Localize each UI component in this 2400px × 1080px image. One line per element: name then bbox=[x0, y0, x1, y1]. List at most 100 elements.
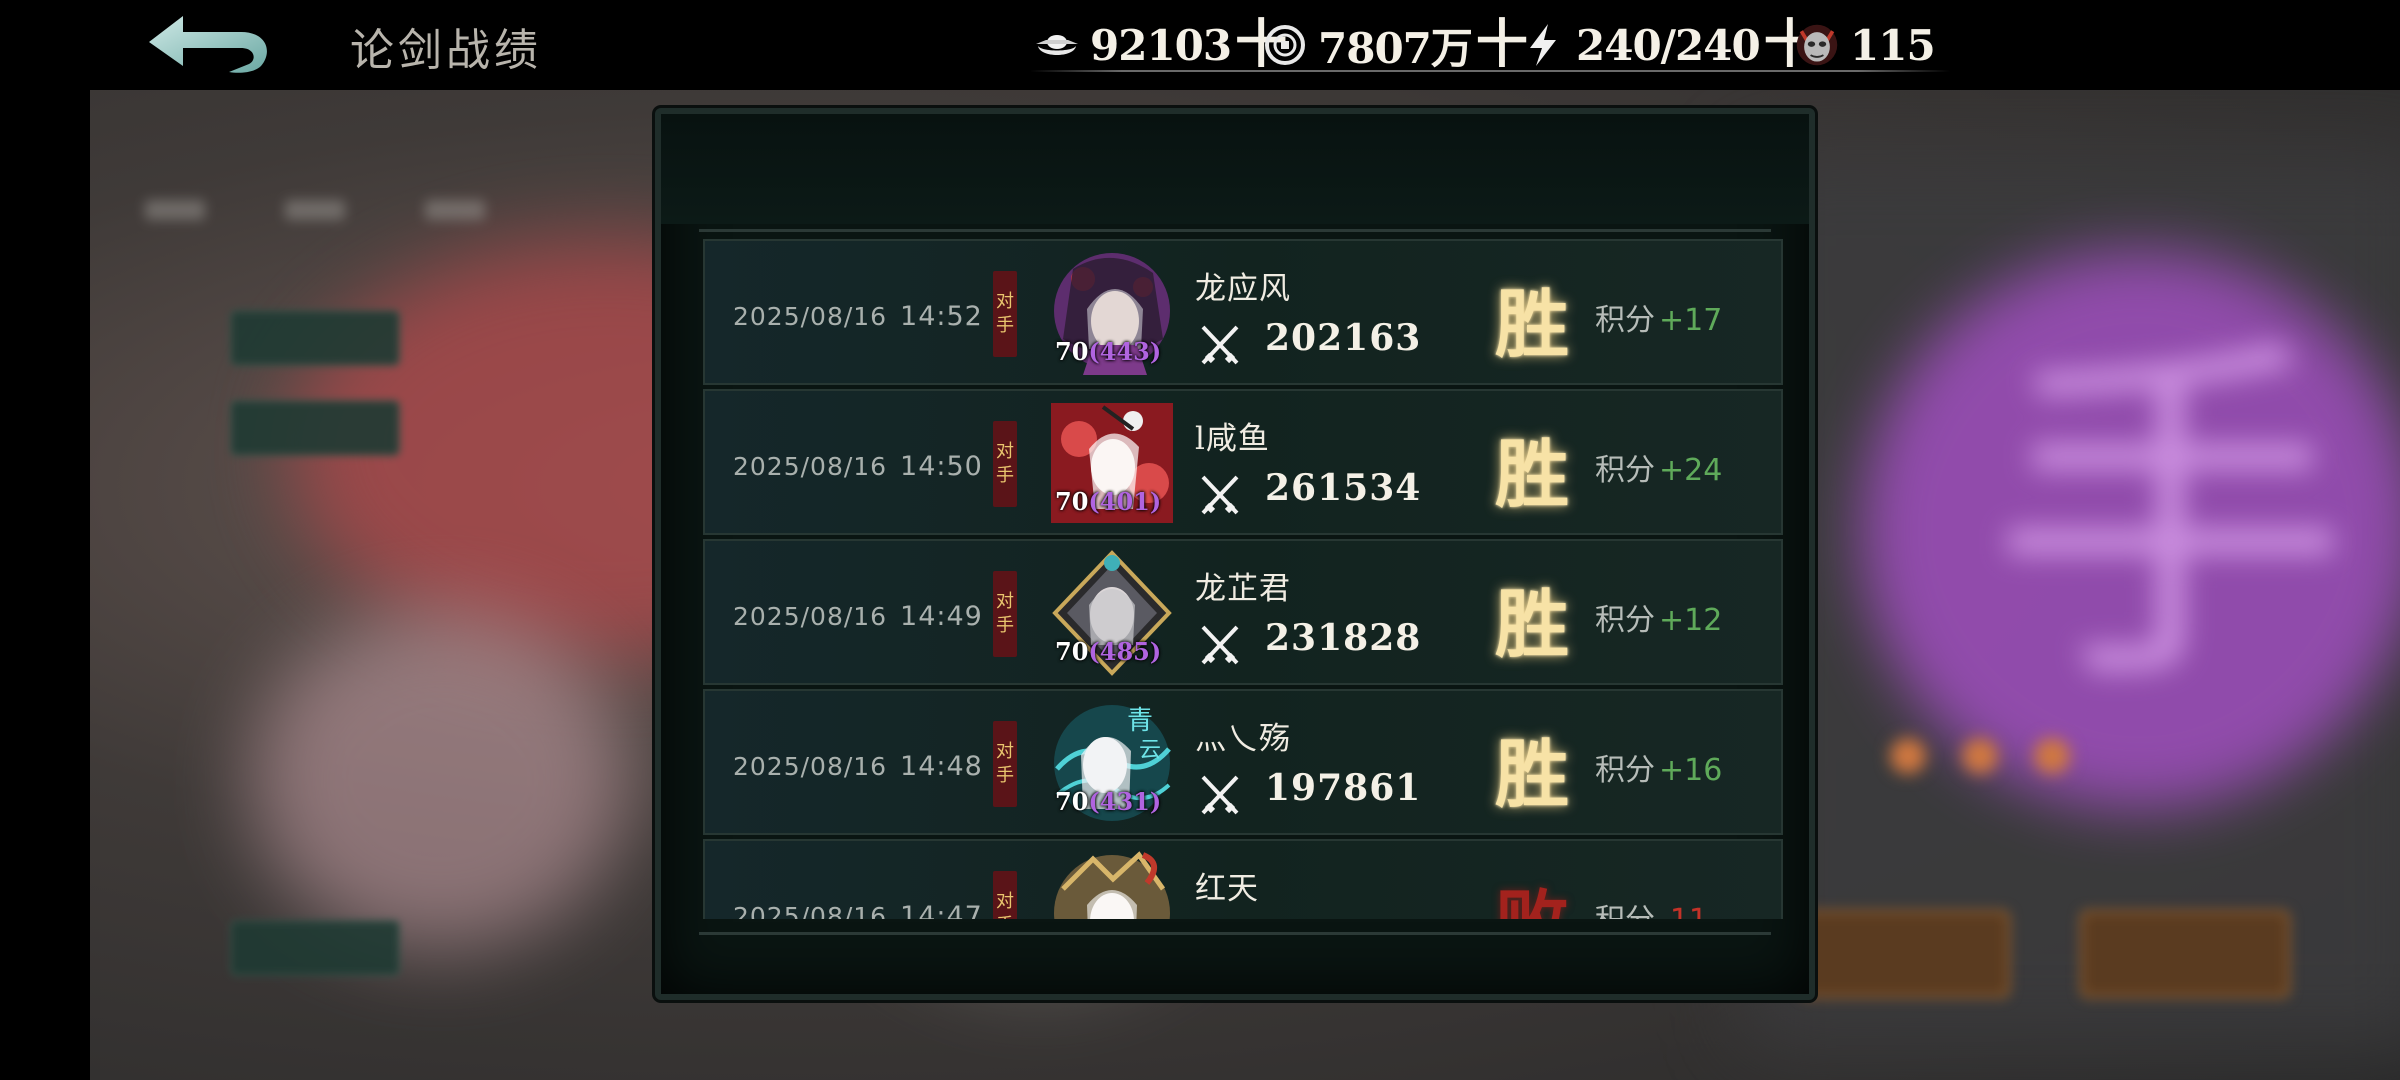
svg-text:云: 云 bbox=[1139, 738, 1161, 763]
crossed-swords-icon bbox=[1201, 625, 1239, 665]
opponent-tag: 对 手 bbox=[993, 271, 1017, 357]
opponent-tag: 对 手 bbox=[993, 421, 1017, 507]
opponent-tag: 对 手 bbox=[993, 871, 1017, 919]
opponent-level: 70(443) bbox=[1055, 337, 1161, 366]
opponent-name: 红天 bbox=[1195, 871, 1259, 907]
opponent-tag-char: 对 bbox=[996, 591, 1014, 612]
score-change: 积分 +12 bbox=[1595, 595, 1722, 639]
opponent-tag-char: 对 bbox=[996, 291, 1014, 312]
background-button bbox=[230, 920, 400, 976]
background-dot bbox=[2034, 738, 2070, 774]
resource-value: 240/240 bbox=[1576, 20, 1761, 70]
opponent-tag: 对 手 bbox=[993, 571, 1017, 657]
crossed-swords-icon bbox=[1201, 475, 1239, 515]
demon-mask-icon bbox=[1794, 22, 1840, 68]
battle-record-row[interactable]: 2025/08/16 14:49 对 手 70(485) 龙芷君 231828 … bbox=[703, 539, 1783, 685]
record-date: 2025/08/16 bbox=[733, 452, 888, 481]
score-label: 积分 bbox=[1595, 753, 1655, 788]
background-orange-button bbox=[1800, 910, 2010, 998]
score-change: 积分 +17 bbox=[1595, 295, 1722, 339]
record-time: 14:48 bbox=[900, 751, 983, 782]
opponent-level: 70(431) bbox=[1055, 787, 1161, 816]
battle-record-row[interactable]: 2025/08/16 14:48 对 手 青 云 70(431) 灬乀殇 197… bbox=[703, 689, 1783, 835]
resource-coin[interactable]: 7807万 十 bbox=[1262, 18, 1528, 73]
back-arrow-icon bbox=[149, 16, 267, 73]
record-date: 2025/08/16 bbox=[733, 752, 888, 781]
panel-bottom-divider bbox=[699, 932, 1771, 935]
level-sub: (485) bbox=[1088, 637, 1162, 666]
crossed-swords-icon bbox=[1201, 325, 1239, 365]
opponent-avatar[interactable] bbox=[1043, 849, 1181, 919]
record-datetime: 2025/08/16 14:52 bbox=[733, 301, 983, 332]
resource-value: 92103 bbox=[1090, 20, 1232, 70]
coin-icon bbox=[1262, 22, 1308, 68]
level-sub: (401) bbox=[1088, 487, 1162, 516]
opponent-tag-char: 手 bbox=[996, 315, 1014, 336]
opponent-tag-char: 手 bbox=[996, 765, 1014, 786]
background-dot bbox=[1962, 738, 1998, 774]
background-faint-text bbox=[145, 200, 205, 220]
result-win-label: 胜 bbox=[1495, 732, 1569, 818]
battle-record-row[interactable]: 2025/08/16 14:52 对 手 70(443) 龙应风 202163 … bbox=[703, 239, 1783, 385]
background-emblem-glyph: 手 bbox=[1990, 310, 2350, 729]
result-win-label: 胜 bbox=[1495, 282, 1569, 368]
result-win-label: 胜 bbox=[1495, 582, 1569, 668]
opponent-tag-char: 手 bbox=[996, 465, 1014, 486]
level-main: 70 bbox=[1055, 787, 1089, 816]
result-win-label: 胜 bbox=[1495, 432, 1569, 518]
record-time: 14:52 bbox=[900, 301, 983, 332]
score-change: 积分 +24 bbox=[1595, 445, 1722, 489]
opponent-tag-char: 手 bbox=[996, 914, 1014, 919]
opponent-name: 灬乀殇 bbox=[1195, 721, 1291, 757]
opponent-level: 70(401) bbox=[1055, 487, 1161, 516]
top-bar: 论剑战绩 92103 十 7807万 十 240/240 十 115 bbox=[0, 0, 2400, 90]
battle-record-row[interactable]: 2025/08/16 14:47 对 手 红天 败 积分-11 bbox=[703, 839, 1783, 919]
resource-silver[interactable]: 92103 十 bbox=[1034, 18, 1287, 72]
result-lose-label: 败 bbox=[1495, 865, 1569, 919]
level-sub: (431) bbox=[1088, 787, 1162, 816]
record-date: 2025/08/16 bbox=[733, 302, 888, 331]
panel-divider bbox=[699, 229, 1771, 232]
resource-mask[interactable]: 115 bbox=[1794, 18, 1936, 72]
background-faint-text bbox=[285, 200, 345, 220]
record-datetime: 2025/08/16 14:49 bbox=[733, 601, 983, 632]
background-orange-button bbox=[2080, 910, 2290, 998]
level-main: 70 bbox=[1055, 337, 1089, 366]
back-button[interactable] bbox=[145, 12, 275, 78]
resource-stamina[interactable]: 240/240 十 bbox=[1520, 18, 1816, 72]
score-label: 积分 bbox=[1595, 603, 1655, 638]
resource-value: 7807万 bbox=[1318, 23, 1473, 73]
opponent-tag: 对 手 bbox=[993, 721, 1017, 807]
opponent-name: 龙应风 bbox=[1195, 271, 1291, 307]
opponent-name: l咸鱼 bbox=[1195, 421, 1270, 457]
resource-bar-underline bbox=[1030, 70, 1950, 72]
battle-record-row[interactable]: 2025/08/16 14:50 对 手 70(401) l咸鱼 261534 … bbox=[703, 389, 1783, 535]
silver-ingot-icon bbox=[1034, 22, 1080, 68]
background-dot bbox=[1890, 738, 1926, 774]
background-button bbox=[230, 400, 400, 456]
resource-value: 115 bbox=[1850, 20, 1936, 70]
level-main: 70 bbox=[1055, 487, 1089, 516]
background-button bbox=[230, 310, 400, 366]
opponent-tag-char: 手 bbox=[996, 615, 1014, 636]
opponent-tag-char: 对 bbox=[996, 741, 1014, 762]
page-title: 论剑战绩 bbox=[350, 25, 542, 76]
opponent-tag-char: 对 bbox=[996, 891, 1014, 912]
record-time: 14:50 bbox=[900, 451, 983, 482]
score-delta: -11 bbox=[1659, 903, 1708, 919]
battle-record-list[interactable]: 2025/08/16 14:52 对 手 70(443) 龙应风 202163 … bbox=[703, 239, 1783, 919]
opponent-power: 202163 bbox=[1265, 317, 1422, 359]
score-label: 积分 bbox=[1595, 903, 1655, 919]
svg-text:青: 青 bbox=[1127, 706, 1153, 736]
opponent-power: 231828 bbox=[1265, 617, 1422, 659]
record-time: 14:49 bbox=[900, 601, 983, 632]
opponent-tag-char: 对 bbox=[996, 441, 1014, 462]
background-pink-blob bbox=[250, 610, 630, 950]
record-time: 14:47 bbox=[900, 901, 983, 919]
opponent-name: 龙芷君 bbox=[1195, 571, 1291, 607]
score-change: 积分-11 bbox=[1595, 895, 1708, 919]
record-date: 2025/08/16 bbox=[733, 602, 888, 631]
score-delta: +12 bbox=[1659, 603, 1723, 638]
score-label: 积分 bbox=[1595, 453, 1655, 488]
level-main: 70 bbox=[1055, 637, 1089, 666]
